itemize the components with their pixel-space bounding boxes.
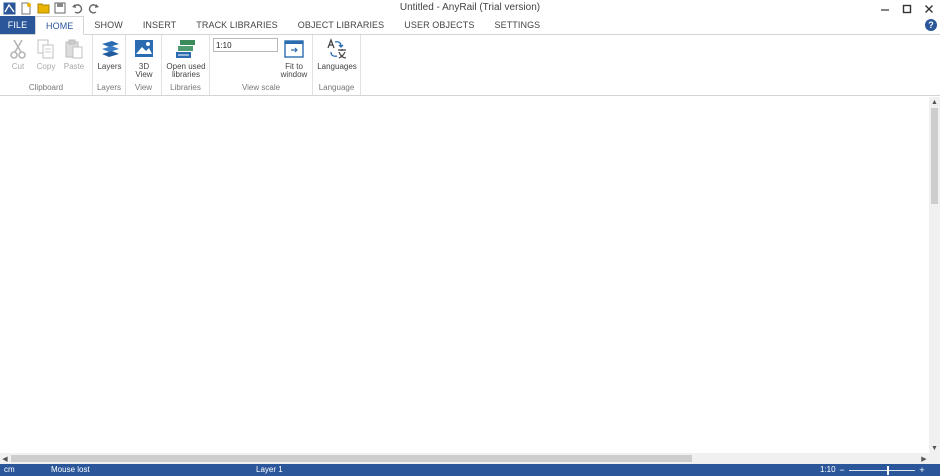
scroll-left-button[interactable]: ◀ bbox=[0, 453, 10, 464]
languages-button[interactable]: Languages bbox=[316, 37, 358, 71]
maximize-button[interactable] bbox=[896, 0, 918, 17]
ribbon-tabs: FILE HOME SHOW INSERT TRACK LIBRARIES OB… bbox=[0, 16, 940, 35]
tab-home[interactable]: HOME bbox=[35, 16, 85, 35]
copy-button[interactable]: Copy bbox=[34, 37, 58, 71]
fit-to-window-icon bbox=[282, 37, 306, 61]
clipboard-group-label: Clipboard bbox=[28, 83, 64, 92]
language-group-label: Language bbox=[318, 83, 355, 92]
tab-show[interactable]: SHOW bbox=[84, 16, 132, 34]
libraries-group-label: Libraries bbox=[170, 83, 201, 92]
copy-label: Copy bbox=[36, 62, 56, 71]
vertical-scrollbar[interactable]: ▲ ▼ bbox=[929, 97, 940, 453]
paste-icon bbox=[62, 37, 86, 61]
layers-button[interactable]: Layers bbox=[97, 37, 122, 71]
window-title: Untitled - AnyRail (Trial version) bbox=[399, 2, 541, 13]
scrollbar-corner bbox=[929, 453, 940, 464]
zoom-slider-track[interactable] bbox=[849, 465, 915, 475]
status-scale: 1:10 bbox=[820, 465, 836, 474]
libraries-group: Open used libraries Libraries bbox=[162, 35, 210, 95]
title-bar: Untitled - AnyRail (Trial version) bbox=[0, 0, 940, 17]
tab-insert[interactable]: INSERT bbox=[133, 16, 186, 34]
scroll-right-button[interactable]: ▶ bbox=[919, 453, 929, 464]
view-scale-input[interactable] bbox=[213, 38, 278, 52]
zoom-in-button[interactable]: + bbox=[918, 465, 926, 475]
layers-icon bbox=[98, 37, 122, 61]
tab-track-libraries[interactable]: TRACK LIBRARIES bbox=[186, 16, 288, 34]
status-mouse-position: Mouse lost bbox=[51, 465, 90, 474]
view-group: 3D View View bbox=[126, 35, 162, 95]
layers-group-label: Layers bbox=[96, 83, 121, 92]
horizontal-scrollbar[interactable]: ◀ ▶ bbox=[0, 453, 929, 464]
open-used-libraries-button[interactable]: Open used libraries bbox=[165, 37, 207, 79]
fit-to-window-button[interactable]: Fit to window bbox=[280, 37, 308, 79]
ribbon-panel: Cut Copy Paste Clipboard Layers Layers 3… bbox=[0, 35, 940, 96]
fit-to-window-label-line2: window bbox=[280, 70, 308, 79]
3d-view-button[interactable]: 3D View bbox=[132, 37, 156, 79]
view-scale-group: Fit to window View scale bbox=[210, 35, 313, 95]
languages-icon bbox=[325, 37, 349, 61]
copy-icon bbox=[34, 37, 58, 61]
tab-object-libraries[interactable]: OBJECT LIBRARIES bbox=[288, 16, 394, 34]
3d-view-icon bbox=[132, 37, 156, 61]
status-unit: cm bbox=[4, 465, 15, 474]
cut-button[interactable]: Cut bbox=[6, 37, 30, 71]
drawing-canvas[interactable] bbox=[0, 97, 929, 453]
language-group: Languages Language bbox=[313, 35, 361, 95]
scroll-down-button[interactable]: ▼ bbox=[929, 443, 940, 453]
tab-settings[interactable]: SETTINGS bbox=[484, 16, 550, 34]
zoom-slider-knob[interactable] bbox=[887, 465, 889, 475]
layers-group: Layers Layers bbox=[93, 35, 126, 95]
horizontal-scroll-thumb[interactable] bbox=[11, 455, 692, 462]
libraries-icon bbox=[174, 37, 198, 61]
open-used-libraries-label-line2: libraries bbox=[171, 70, 200, 79]
languages-label: Languages bbox=[317, 62, 357, 71]
anyrail-window: Untitled - AnyRail (Trial version) FILE … bbox=[0, 0, 940, 476]
zoom-out-button[interactable]: − bbox=[838, 465, 846, 475]
tab-file[interactable]: FILE bbox=[0, 16, 35, 34]
cut-label: Cut bbox=[11, 62, 25, 71]
vertical-scroll-thumb[interactable] bbox=[931, 108, 938, 204]
view-group-label: View bbox=[134, 83, 153, 92]
paste-label: Paste bbox=[63, 62, 85, 71]
scissors-icon bbox=[6, 37, 30, 61]
window-controls bbox=[874, 0, 940, 17]
help-icon[interactable]: ? bbox=[925, 19, 937, 31]
3d-view-label-line2: View bbox=[135, 70, 153, 79]
status-bar: cm Mouse lost Layer 1 1:10 − + bbox=[0, 464, 940, 476]
scroll-up-button[interactable]: ▲ bbox=[929, 97, 940, 107]
paste-button[interactable]: Paste bbox=[62, 37, 86, 71]
layers-label: Layers bbox=[97, 62, 122, 71]
minimize-button[interactable] bbox=[874, 0, 896, 17]
tab-user-objects[interactable]: USER OBJECTS bbox=[394, 16, 484, 34]
clipboard-group: Cut Copy Paste Clipboard bbox=[0, 35, 93, 95]
close-button[interactable] bbox=[918, 0, 940, 17]
status-current-layer: Layer 1 bbox=[256, 465, 283, 474]
zoom-control: − + bbox=[838, 464, 926, 476]
view-scale-group-label: View scale bbox=[241, 83, 281, 92]
